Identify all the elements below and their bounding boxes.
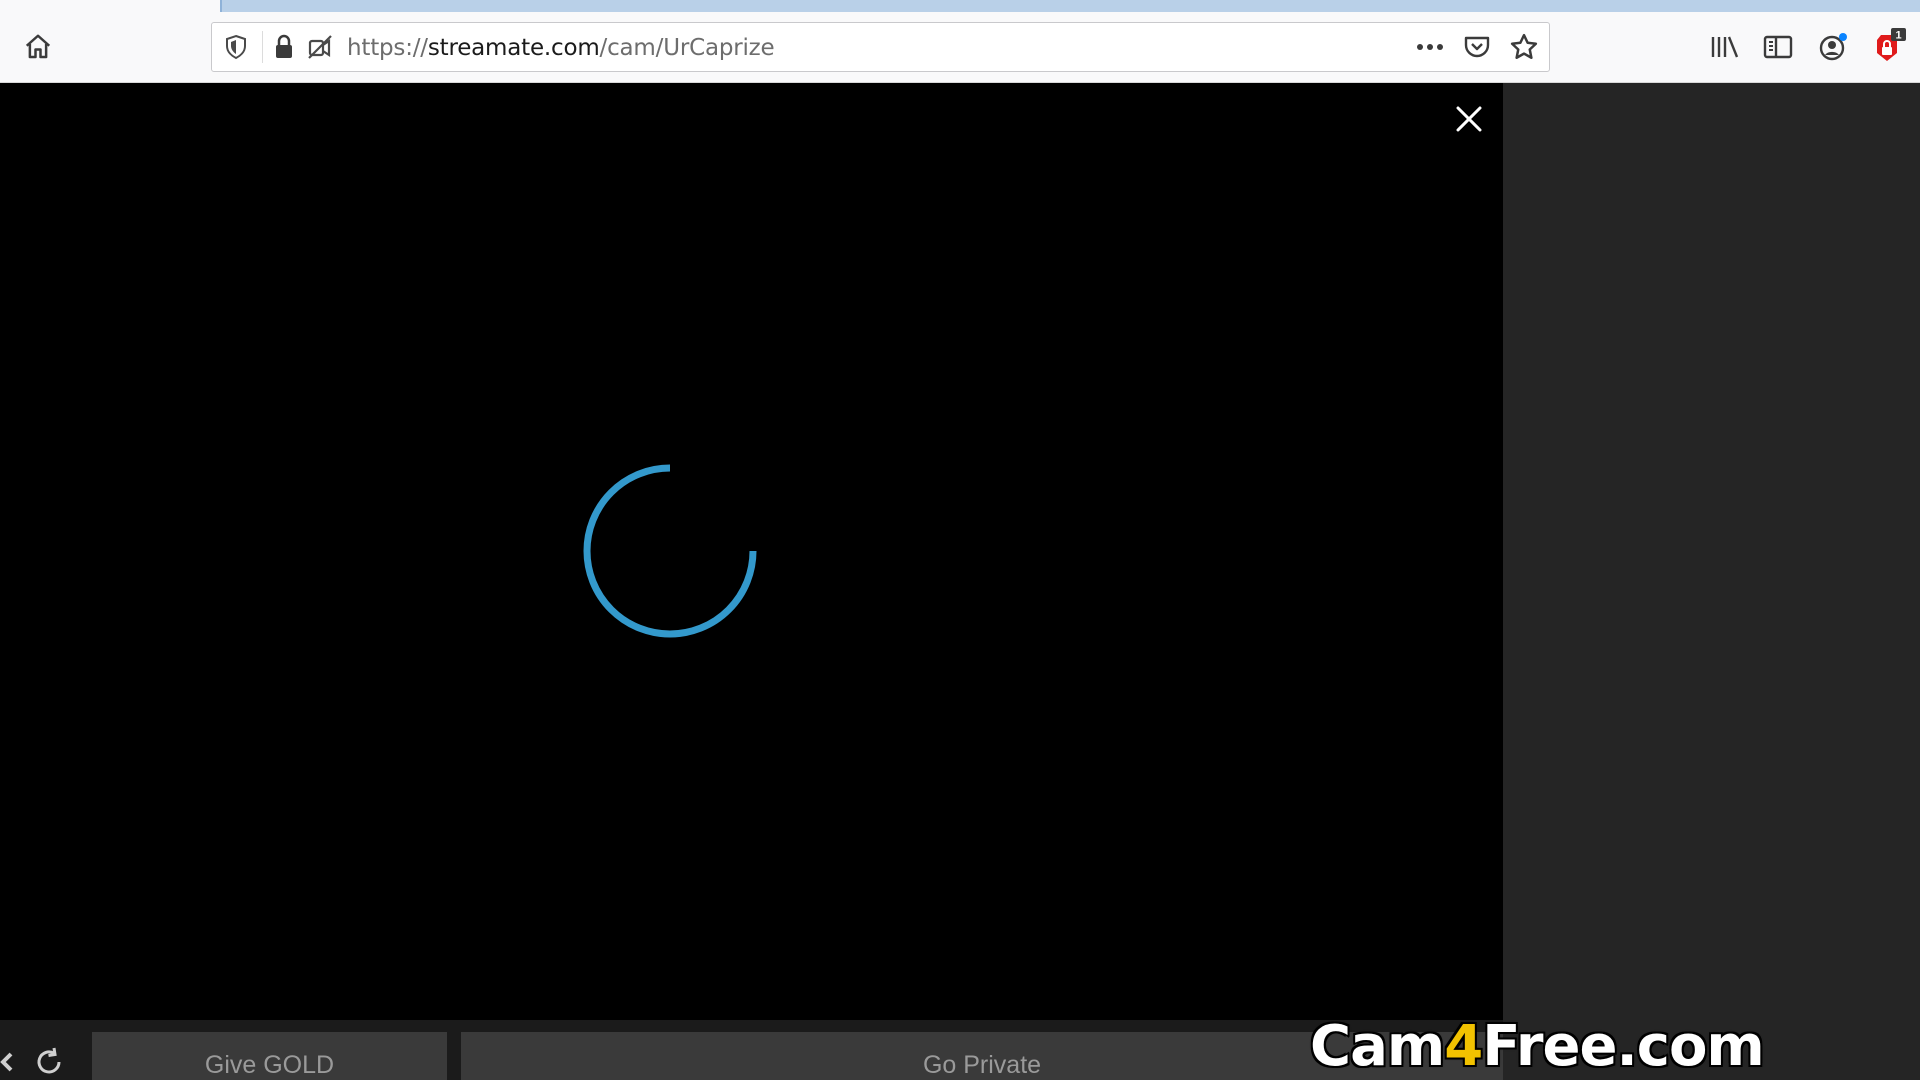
watermark-text-4: 4 xyxy=(1443,1012,1485,1080)
permissions-icon[interactable] xyxy=(300,27,340,67)
url-bar[interactable]: https://streamate.com/cam/UrCaprize xyxy=(211,22,1550,72)
url-scheme: https:// xyxy=(347,35,428,61)
extension-badge: 1 xyxy=(1895,30,1901,42)
account-icon[interactable] xyxy=(1813,27,1853,67)
watermark-text-cam: Cam xyxy=(1308,1012,1446,1080)
arrow-icon[interactable] xyxy=(0,1045,24,1079)
star-icon[interactable] xyxy=(1504,27,1544,67)
watermark-text-free: Free.com xyxy=(1481,1012,1767,1080)
refresh-icon[interactable] xyxy=(32,1045,66,1079)
page: { "browser": { "url": { "scheme": "https… xyxy=(0,0,1920,1080)
tab-strip-edge xyxy=(220,0,1920,12)
url-separator xyxy=(262,31,263,63)
close-icon[interactable] xyxy=(1449,99,1489,139)
url-text[interactable]: https://streamate.com/cam/UrCaprize xyxy=(347,35,775,61)
loading-spinner xyxy=(583,464,757,638)
give-gold-button[interactable]: Give GOLD xyxy=(92,1032,447,1080)
shield-icon[interactable] xyxy=(216,27,256,67)
home-icon[interactable] xyxy=(18,27,58,67)
sidebar-icon[interactable] xyxy=(1758,27,1798,67)
browser-toolbar: https://streamate.com/cam/UrCaprize 1 xyxy=(0,0,1920,83)
url-path: /cam/UrCaprize xyxy=(599,35,775,61)
side-panel xyxy=(1503,83,1920,1080)
pocket-icon[interactable] xyxy=(1457,27,1497,67)
lock-icon[interactable] xyxy=(264,27,304,67)
watermark-logo: Cam 4 Free.com xyxy=(1308,1012,1767,1080)
extension-icon[interactable]: 1 xyxy=(1867,27,1907,67)
url-host: streamate.com xyxy=(427,35,600,61)
more-icon[interactable] xyxy=(1410,27,1450,67)
library-icon[interactable] xyxy=(1705,27,1745,67)
